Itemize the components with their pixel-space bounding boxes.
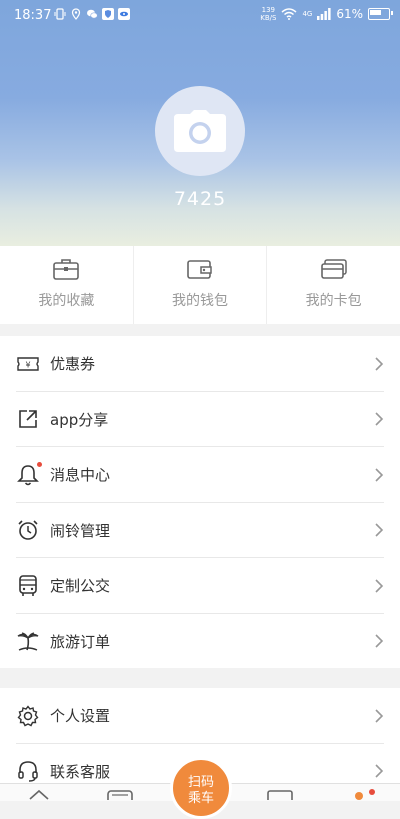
profile-tab-badge — [369, 789, 375, 795]
menu-item-travel-orders[interactable]: 旅游订单 — [0, 614, 400, 670]
coupon-icon: ¥ — [17, 357, 39, 371]
avatar[interactable] — [155, 86, 245, 176]
cards-icon — [320, 259, 347, 279]
menu-item-alarm[interactable]: 闹铃管理 — [0, 503, 400, 559]
status-bar: 18:37 139 KB/S 4G 61% — [0, 0, 400, 32]
main-menu: ¥ 优惠券 app分享 消息中心 闹铃管理 定制公交 旅游订单 — [0, 336, 400, 668]
share-icon — [19, 410, 37, 429]
favorites-label: 我的收藏 — [38, 293, 95, 309]
username: 7425 — [173, 188, 227, 210]
network-speed-unit: KB/S — [260, 14, 277, 22]
menu-item-label: 旅游订单 — [50, 632, 111, 651]
bus-icon — [19, 574, 37, 596]
gear-icon — [17, 705, 39, 727]
bell-icon — [17, 464, 39, 485]
battery-icon — [368, 8, 393, 20]
menu-item-app-share[interactable]: app分享 — [0, 392, 400, 448]
headset-icon — [18, 761, 38, 782]
chevron-right-icon — [375, 468, 384, 482]
message-tab-icon[interactable] — [266, 788, 294, 800]
home-tab-icon[interactable] — [28, 788, 50, 800]
palm-tree-icon — [17, 632, 39, 651]
wallet-icon — [187, 260, 212, 279]
chevron-right-icon — [375, 579, 384, 593]
wallet-label: 我的钱包 — [172, 293, 228, 309]
chevron-right-icon — [375, 634, 384, 648]
menu-item-personal-settings[interactable]: 个人设置 — [0, 688, 400, 744]
menu-item-label: app分享 — [50, 410, 109, 429]
menu-item-label: 定制公交 — [50, 577, 111, 596]
wifi-icon — [281, 8, 297, 20]
card-pack-label: 我的卡包 — [305, 293, 362, 309]
network-speed-value: 139 — [261, 6, 276, 14]
menu-item-coupons[interactable]: ¥ 优惠券 — [0, 336, 400, 392]
chevron-right-icon — [375, 709, 384, 723]
notification-dot — [37, 461, 42, 467]
wechat-icon — [87, 9, 98, 19]
battery-percent: 61% — [336, 7, 363, 21]
briefcase-icon — [53, 259, 80, 280]
svg-text:¥: ¥ — [25, 360, 30, 369]
menu-item-label: 闹铃管理 — [50, 521, 111, 540]
menu-item-messages[interactable]: 消息中心 — [0, 447, 400, 503]
camera-icon — [174, 110, 226, 152]
wallet-button[interactable]: 我的钱包 — [132, 246, 267, 324]
menu-item-custom-bus[interactable]: 定制公交 — [0, 558, 400, 614]
scan-label: 扫码 — [187, 775, 214, 790]
scan-label-line2: 乘车 — [187, 791, 214, 806]
eye-app-icon — [118, 8, 130, 20]
menu-item-label: 个人设置 — [50, 707, 111, 726]
shield-icon — [102, 8, 114, 20]
menu-item-label: 联系客服 — [50, 762, 111, 781]
signal-icon — [317, 8, 331, 20]
profile-tab-dot[interactable] — [355, 792, 363, 800]
chevron-right-icon — [375, 412, 384, 426]
card-pack-button[interactable]: 我的卡包 — [266, 246, 400, 324]
bus-tab-icon[interactable] — [106, 788, 134, 800]
favorites-button[interactable]: 我的收藏 — [0, 246, 133, 324]
signal-type: 4G — [302, 10, 313, 18]
chevron-right-icon — [375, 764, 384, 778]
alarm-clock-icon — [18, 520, 38, 541]
vibrate-icon — [54, 8, 66, 20]
chevron-right-icon — [375, 357, 384, 371]
menu-item-label: 优惠券 — [50, 355, 96, 374]
menu-item-label: 消息中心 — [50, 466, 111, 485]
chevron-right-icon — [375, 523, 384, 537]
quick-actions: 我的收藏 我的钱包 我的卡包 — [0, 246, 400, 324]
location-icon — [71, 8, 81, 20]
scan-to-ride-button[interactable]: 扫码 乘车 — [170, 757, 232, 819]
status-time: 18:37 — [14, 8, 52, 23]
